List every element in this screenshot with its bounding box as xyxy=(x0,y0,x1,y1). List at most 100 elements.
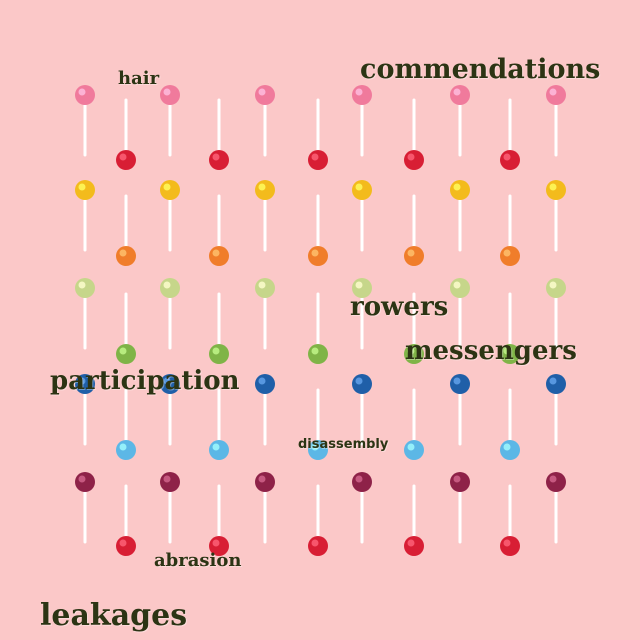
lollipop-highlight xyxy=(212,347,220,355)
lollipop-candy-green xyxy=(308,344,328,364)
lollipop-highlight xyxy=(407,249,415,257)
lollipop-candy-red xyxy=(500,150,520,170)
lollipop-highlight xyxy=(212,539,220,547)
lollipop-candy-blue xyxy=(255,374,275,394)
lollipop-highlight xyxy=(119,443,127,451)
lollipop-candy-red xyxy=(404,150,424,170)
lollipop-candy-yellow xyxy=(255,180,275,200)
lollipop-candy-yellow xyxy=(450,180,470,200)
lollipop-candy-pale-green xyxy=(546,278,566,298)
lollipop-highlight xyxy=(311,153,319,161)
lollipop-highlight xyxy=(119,539,127,547)
lollipop-highlight xyxy=(258,281,266,289)
lollipop-highlight xyxy=(258,88,266,96)
lollipop-highlight xyxy=(258,183,266,191)
lollipop-candy-pink xyxy=(546,85,566,105)
lollipop-highlight xyxy=(549,88,557,96)
lollipop-highlight xyxy=(78,183,86,191)
lollipop-highlight xyxy=(212,249,220,257)
word-disassembly: disassembly xyxy=(298,437,389,452)
lollipop-highlight xyxy=(503,249,511,257)
lollipop-candy-light-blue xyxy=(116,440,136,460)
lollipop-candy-red xyxy=(209,150,229,170)
lollipop-highlight xyxy=(311,347,319,355)
lollipop-highlight xyxy=(311,249,319,257)
lollipop-highlight xyxy=(503,153,511,161)
lollipop-highlight xyxy=(163,475,171,483)
lollipop-candy-pink xyxy=(160,85,180,105)
lollipop-highlight xyxy=(549,183,557,191)
lollipop-candy-maroon xyxy=(546,472,566,492)
lollipop-candy-pale-green xyxy=(75,278,95,298)
lollipop-highlight xyxy=(163,183,171,191)
lollipop-highlight xyxy=(78,475,86,483)
lollipop-highlight xyxy=(258,475,266,483)
word-participation: participation xyxy=(50,366,240,396)
lollipop-grid xyxy=(75,85,566,556)
lollipop-highlight xyxy=(212,443,220,451)
lollipop-candy-yellow xyxy=(160,180,180,200)
lollipop-candy-green xyxy=(116,344,136,364)
lollipop-candy-orange xyxy=(308,246,328,266)
lollipop-candy-maroon xyxy=(352,472,372,492)
lollipop-candy-orange xyxy=(209,246,229,266)
lollipop-highlight xyxy=(355,475,363,483)
word-leakages: leakages xyxy=(40,598,188,633)
lollipop-candy-orange xyxy=(116,246,136,266)
lollipop-candy-pink xyxy=(450,85,470,105)
lollipop-candy-red xyxy=(308,536,328,556)
word-abrasion: abrasion xyxy=(154,550,242,571)
lollipop-candy-pink xyxy=(75,85,95,105)
lollipop-highlight xyxy=(503,443,511,451)
lollipop-highlight xyxy=(355,281,363,289)
lollipop-candy-maroon xyxy=(75,472,95,492)
lollipop-candy-green xyxy=(209,344,229,364)
lollipop-candy-red xyxy=(116,150,136,170)
lollipop-candy-orange xyxy=(500,246,520,266)
lollipop-highlight xyxy=(453,183,461,191)
lollipop-candy-blue xyxy=(546,374,566,394)
photo-canvas: commendations hair rowers messengers par… xyxy=(0,0,640,640)
lollipop-candy-pink xyxy=(352,85,372,105)
lollipop-highlight xyxy=(453,88,461,96)
lollipop-candy-maroon xyxy=(160,472,180,492)
lollipop-highlight xyxy=(407,443,415,451)
lollipop-highlight xyxy=(549,475,557,483)
lollipop-highlight xyxy=(453,377,461,385)
lollipop-highlight xyxy=(453,475,461,483)
word-messengers: messengers xyxy=(405,336,577,366)
lollipop-candy-yellow xyxy=(352,180,372,200)
lollipop-highlight xyxy=(355,377,363,385)
lollipop-candy-red xyxy=(404,536,424,556)
lollipop-highlight xyxy=(503,539,511,547)
lollipop-highlight xyxy=(407,153,415,161)
lollipop-highlight xyxy=(355,183,363,191)
lollipop-candy-pink xyxy=(255,85,275,105)
lollipop-highlight xyxy=(78,281,86,289)
lollipop-highlight xyxy=(78,88,86,96)
lollipop-highlight xyxy=(407,539,415,547)
lollipop-highlight xyxy=(212,153,220,161)
lollipop-candy-yellow xyxy=(75,180,95,200)
lollipop-candy-pale-green xyxy=(255,278,275,298)
lollipop-highlight xyxy=(119,153,127,161)
word-commendations: commendations xyxy=(360,54,601,85)
lollipop-highlight xyxy=(163,281,171,289)
lollipop-candy-red xyxy=(500,536,520,556)
lollipop-candy-light-blue xyxy=(500,440,520,460)
lollipop-candy-blue xyxy=(352,374,372,394)
lollipop-candy-maroon xyxy=(255,472,275,492)
lollipop-candy-yellow xyxy=(546,180,566,200)
lollipop-candy-light-blue xyxy=(209,440,229,460)
lollipop-highlight xyxy=(119,347,127,355)
lollipop-highlight xyxy=(549,377,557,385)
lollipop-highlight xyxy=(355,88,363,96)
lollipop-candy-light-blue xyxy=(404,440,424,460)
lollipop-candy-orange xyxy=(404,246,424,266)
lollipop-candy-blue xyxy=(450,374,470,394)
lollipop-highlight xyxy=(163,88,171,96)
lollipop-highlight xyxy=(549,281,557,289)
lollipop-candy-maroon xyxy=(450,472,470,492)
word-hair: hair xyxy=(118,68,160,89)
word-rowers: rowers xyxy=(350,292,449,322)
